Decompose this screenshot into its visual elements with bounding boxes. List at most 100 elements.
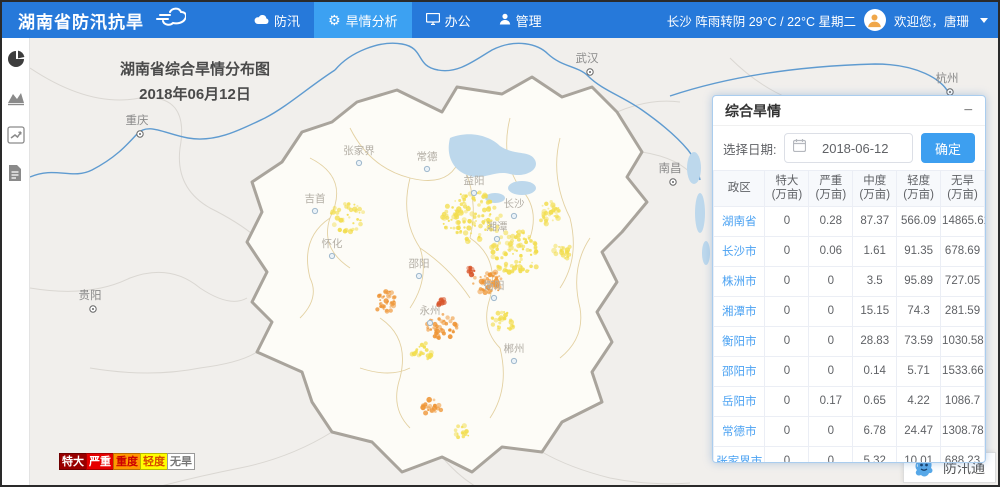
map-city-label: 杭州 — [936, 71, 959, 95]
table-cell: 0 — [765, 446, 809, 463]
table-cell: 281.59 — [941, 296, 985, 326]
chevron-down-icon[interactable] — [980, 18, 988, 23]
minimize-icon[interactable]: − — [964, 103, 973, 119]
table-cell: 15.15 — [853, 296, 897, 326]
table-header: 政区特大(万亩)严重(万亩)中度(万亩)轻度(万亩)无旱(万亩) — [714, 171, 985, 207]
svg-text:益阳: 益阳 — [464, 174, 485, 187]
svg-text:常德: 常德 — [417, 150, 438, 163]
top-header: 湖南省防汛抗旱 防汛 ⚙ 旱情分析 — [2, 2, 998, 38]
table-cell: 95.89 — [897, 266, 941, 296]
cloud-logo-icon — [150, 6, 186, 35]
hunan-province-shape — [247, 77, 647, 472]
table-cell: 1.61 — [853, 236, 897, 266]
confirm-button[interactable]: 确定 — [921, 133, 975, 163]
region-link[interactable]: 湖南省 — [714, 206, 765, 236]
table-column-header: 无旱(万亩) — [941, 171, 985, 207]
map-title-line2: 2018年06月12日 — [85, 83, 305, 104]
table-cell: 1308.78 — [941, 416, 985, 446]
table-column-header: 严重(万亩) — [809, 171, 853, 207]
region-link[interactable]: 长沙市 — [714, 236, 765, 266]
table-cell: 1086.7 — [941, 386, 985, 416]
date-picker-row: 选择日期: 2018-06-12 确定 — [713, 126, 985, 170]
map-city-label: 重庆 — [126, 113, 149, 137]
table-cell: 0.06 — [809, 236, 853, 266]
date-input[interactable]: 2018-06-12 — [784, 133, 913, 163]
nav-item-flood[interactable]: 防汛 — [240, 2, 314, 38]
table-cell: 0.28 — [809, 206, 853, 236]
svg-text:张家界: 张家界 — [343, 144, 375, 157]
region-link[interactable]: 湘潭市 — [714, 296, 765, 326]
legend-item-4: 无旱 — [167, 453, 195, 470]
table-cell: 4.22 — [897, 386, 941, 416]
table-row: 长沙市00.061.6191.35678.69 — [714, 236, 985, 266]
svg-text:南昌: 南昌 — [659, 161, 682, 175]
legend-item-2: 重度 — [113, 453, 141, 470]
app-title: 湖南省防汛抗旱 — [18, 8, 144, 33]
table-cell: 0.14 — [853, 356, 897, 386]
table-cell: 0.65 — [853, 386, 897, 416]
nav-item-label: 防汛 — [274, 11, 300, 30]
trend-line-icon[interactable] — [7, 126, 25, 144]
panel-header: 综合旱情 − — [713, 96, 985, 126]
table-row: 株洲市003.595.89727.05 — [714, 266, 985, 296]
table-cell: 0 — [809, 356, 853, 386]
nav-item-label: 旱情分析 — [346, 11, 398, 30]
svg-text:怀化: 怀化 — [322, 237, 343, 250]
main-nav: 防汛 ⚙ 旱情分析 办公 管理 — [240, 2, 556, 38]
area-chart-icon[interactable] — [7, 88, 25, 106]
table-cell: 0 — [765, 266, 809, 296]
region-link[interactable]: 衡阳市 — [714, 326, 765, 356]
pie-chart-icon[interactable] — [7, 50, 25, 68]
svg-text:郴州: 郴州 — [504, 342, 525, 355]
table-cell: 87.37 — [853, 206, 897, 236]
region-link[interactable]: 株洲市 — [714, 266, 765, 296]
table-cell: 0 — [765, 356, 809, 386]
svg-text:邵阳: 邵阳 — [409, 258, 430, 270]
table-cell: 0 — [765, 206, 809, 236]
map-title-line1: 湖南省综合旱情分布图 — [85, 58, 305, 79]
weather-info: 长沙 阵雨转阴 29°C / 22°C 星期二 — [667, 11, 856, 30]
user-icon — [499, 13, 511, 27]
app-window: 湖南省防汛抗旱 防汛 ⚙ 旱情分析 — [0, 0, 1000, 487]
region-link[interactable]: 岳阳市 — [714, 386, 765, 416]
map-city-label: 武汉 — [576, 52, 599, 75]
table-cell: 14865.61 — [941, 206, 985, 236]
calendar-icon — [793, 139, 806, 157]
cloud-icon — [254, 13, 269, 27]
drought-legend: 特大严重重度轻度无旱 — [60, 453, 195, 470]
panel-title: 综合旱情 — [725, 101, 781, 121]
table-cell: 0 — [765, 416, 809, 446]
table-cell: 28.83 — [853, 326, 897, 356]
svg-text:衡阳: 衡阳 — [484, 280, 505, 292]
svg-text:吉首: 吉首 — [305, 192, 326, 205]
drought-summary-panel: 综合旱情 − 选择日期: 2018-06-12 确定 政区特大(万亩)严重(万亩… — [712, 95, 986, 463]
left-toolbar — [2, 38, 30, 485]
table-cell: 566.09 — [897, 206, 941, 236]
table-cell: 10.01 — [897, 446, 941, 463]
nav-item-drought-analysis[interactable]: ⚙ 旱情分析 — [314, 2, 412, 38]
table-column-header: 中度(万亩) — [853, 171, 897, 207]
region-link[interactable]: 邵阳市 — [714, 356, 765, 386]
region-link[interactable]: 常德市 — [714, 416, 765, 446]
table-row: 湘潭市0015.1574.3281.59 — [714, 296, 985, 326]
table-cell: 91.35 — [897, 236, 941, 266]
report-icon[interactable] — [7, 164, 25, 182]
table-cell: 5.32 — [853, 446, 897, 463]
table-column-header: 政区 — [714, 171, 765, 207]
table-cell: 0 — [765, 326, 809, 356]
avatar[interactable] — [864, 9, 886, 31]
table-cell: 678.69 — [941, 236, 985, 266]
svg-text:贵阳: 贵阳 — [79, 289, 102, 302]
header-right: 长沙 阵雨转阴 29°C / 22°C 星期二 欢迎您，唐珊 — [667, 2, 988, 38]
table-cell: 3.5 — [853, 266, 897, 296]
nav-item-admin[interactable]: 管理 — [485, 2, 556, 38]
table-cell: 74.3 — [897, 296, 941, 326]
table-cell: 0 — [765, 386, 809, 416]
welcome-user[interactable]: 欢迎您，唐珊 — [894, 11, 969, 30]
table-cell: 5.71 — [897, 356, 941, 386]
region-link[interactable]: 张家界市 — [714, 446, 765, 463]
nav-item-office[interactable]: 办公 — [412, 2, 485, 38]
gear-icon: ⚙ — [328, 13, 341, 27]
drought-table: 政区特大(万亩)严重(万亩)中度(万亩)轻度(万亩)无旱(万亩) 湖南省00.2… — [713, 170, 985, 463]
svg-text:武汉: 武汉 — [576, 52, 599, 65]
